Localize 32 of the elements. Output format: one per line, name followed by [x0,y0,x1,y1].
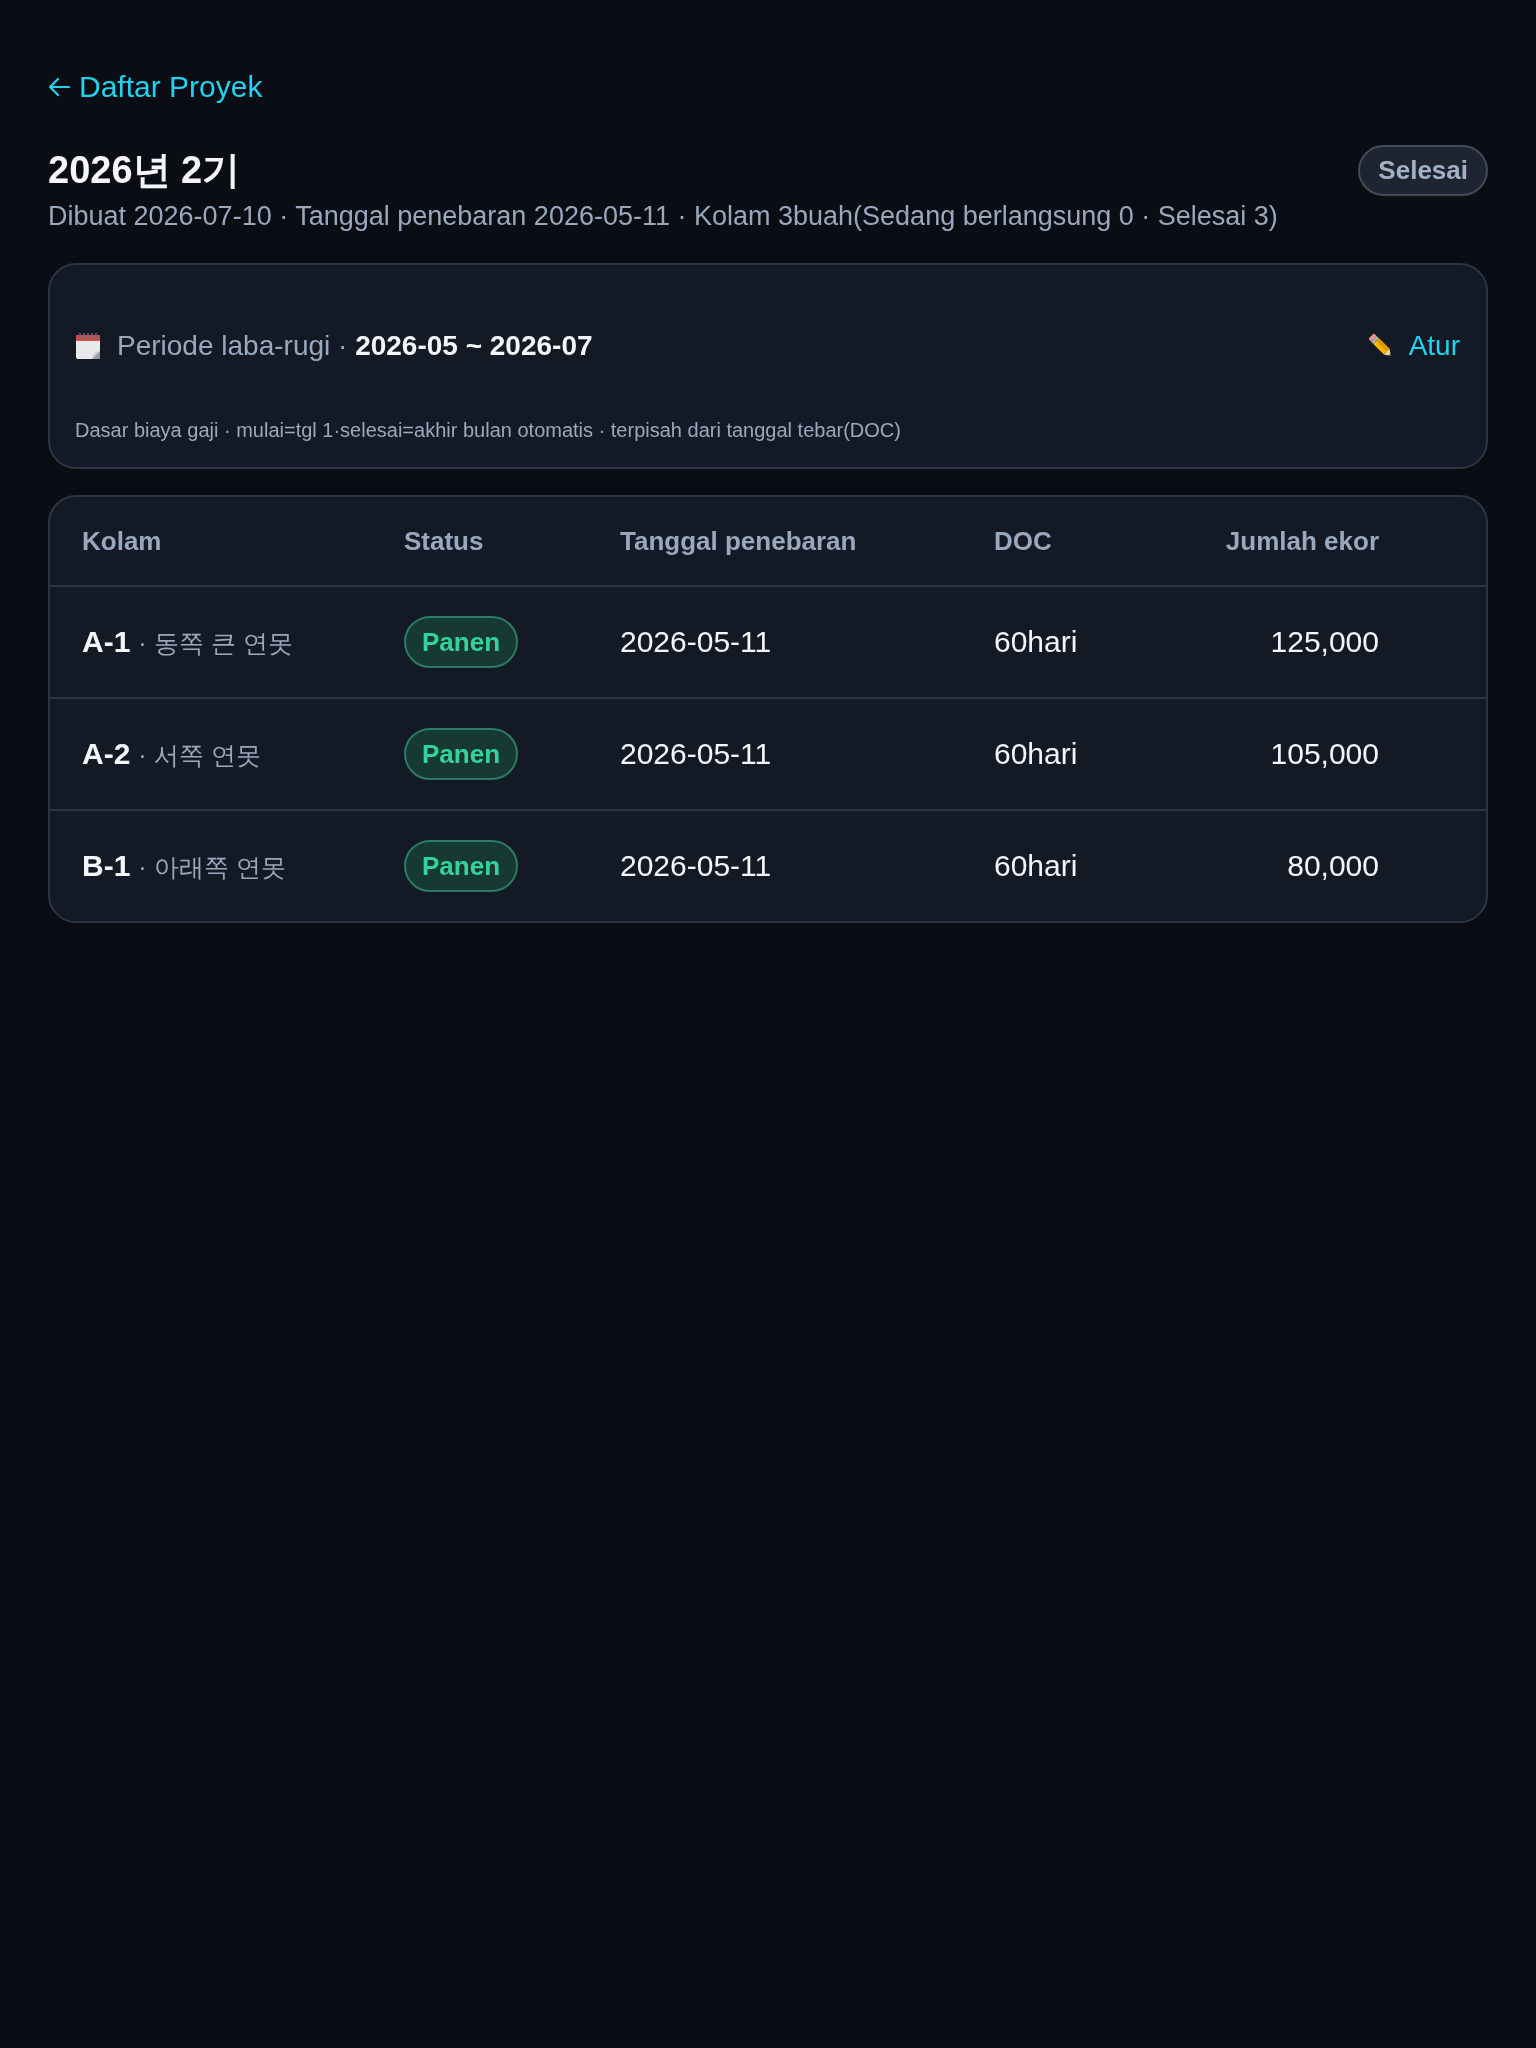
table-cell: 2026-05-11 [620,849,772,882]
table-cell: 60hari [994,737,1078,770]
table-cell: 80,000 [1287,849,1379,882]
page-title: 2026년 2기 [48,148,241,193]
pond-name: · 아래쪽 연못 [138,852,286,881]
calendar-icon [75,332,101,360]
pond-code: A-1 [82,624,131,658]
table-cell: 105,000 [1270,737,1379,770]
table-cell: 2026-05-11 [620,625,772,658]
edit-button[interactable]: Atur [1358,322,1468,370]
column-header: Jumlah ekor [1224,525,1379,557]
status-badge: Selesai [1358,145,1488,196]
pond-code: A-2 [82,736,131,770]
table-cell: 125,000 [1270,625,1379,658]
column-header: Tanggal penebaran [620,525,858,557]
table-cell: 2026-05-11 [620,737,772,770]
period-label: Periode laba-rugi · 2026-05 ~ 2026-07 [117,329,593,363]
column-header: Kolam [82,525,163,557]
pond-code: B-1 [82,848,131,882]
column-header: DOC [994,525,1053,557]
status-badge: Panen [404,616,519,668]
page-subtitle: Dibuat 2026-07-10 · Tanggal penebaran 2026-05-11 · Kolam 3buah(Sedang berlangsung 0 · Selesai 3) [48,200,1279,233]
period-note: Dasar biaya gaji · mulai=tgl 1·selesai=akhir bulan otomatis · terpisah dari tanggal tebar(DOC) [75,418,902,443]
pond-name: · 동쪽 큰 연못 [138,628,293,657]
table-cell: 60hari [994,849,1078,882]
status-badge: Panen [404,840,519,892]
arrow-left-icon [48,77,70,97]
back-link[interactable]: Daftar Proyek [48,68,263,106]
status-badge: Panen [404,728,519,780]
column-header: Status [404,525,485,557]
table-cell: 60hari [994,625,1078,658]
pond-name: · 서쪽 연못 [138,740,261,769]
